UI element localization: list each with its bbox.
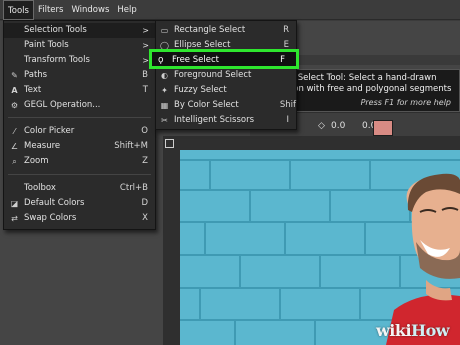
selection-tools-submenu: ▭ Rectangle Select R ◯ Ellipse Select E … [155,20,297,130]
paths-icon: ✎ [11,71,18,80]
free-select-tooltip: Free Select Tool: Select a hand-drawn re… [272,69,460,112]
menu-item-label: Text [24,85,42,95]
tooltip-hint: Press F1 for more help [360,98,451,107]
menu-item-label: Selection Tools [24,25,87,35]
menu-item-color-picker[interactable]: ⁄ Color Picker O [4,124,155,139]
menu-bar: Tools Filters Windows Help [0,0,460,20]
menu-item-label: Fuzzy Select [174,85,227,95]
menu-separator [8,174,151,175]
submenu-arrow-icon: > [142,41,149,50]
menu-item-label: By Color Select [174,100,239,110]
watermark-wiki: wiki [376,321,412,340]
color-swatch[interactable] [373,120,393,136]
spin-down-icon[interactable]: ◇ [318,121,325,131]
text-icon: A [11,86,18,95]
canvas-photo[interactable] [180,150,460,345]
menu-item-shortcut: B [142,70,148,80]
swap-colors-icon: ⇄ [11,214,18,223]
menu-item-shortcut: Shif [279,100,296,110]
menu-separator [8,117,151,118]
menu-item-shortcut: Shift+M [114,141,148,151]
wikihow-watermark: wikiHow [376,321,460,343]
zoom-icon: ⌕ [12,157,17,166]
menu-item-label: Swap Colors [24,213,77,223]
tool-option-value-1[interactable]: 0.0 [331,121,345,131]
menu-windows[interactable]: Windows [67,0,113,20]
horizontal-ruler [283,55,460,65]
gegl-icon: ⚙ [10,101,19,110]
watermark-how: How [411,321,450,340]
menu-item-intelligent-scissors[interactable]: ✂ Intelligent Scissors I [156,113,296,128]
menu-item-label: Foreground Select [174,70,252,80]
menu-item-shortcut: Z [142,156,148,166]
lasso-icon: ϙ [158,55,164,65]
menu-tools[interactable]: Tools [3,0,34,20]
menu-item-transform-tools[interactable]: Transform Tools > [4,53,155,68]
menu-item-paths[interactable]: ✎ Paths B [4,68,155,83]
submenu-arrow-icon: > [142,26,149,35]
menu-item-label: GEGL Operation... [24,100,101,110]
menu-item-shortcut: R [283,25,289,35]
menu-item-selection-tools[interactable]: Selection Tools > [4,23,155,38]
photo-drawing [180,150,460,345]
measure-icon: ∠ [10,142,19,151]
menu-item-shortcut: X [142,213,148,223]
scissors-icon: ✂ [161,116,168,125]
menu-item-fuzzy-select[interactable]: ✦ Fuzzy Select [156,83,296,98]
rectangle-select-icon: ▭ [160,26,169,35]
menu-item-label: Paint Tools [24,40,69,50]
tooltip-line-1: Free Select Tool: Select a hand-drawn [277,73,437,83]
menu-item-text[interactable]: A Text T [4,83,155,98]
menu-item-label: Transform Tools [24,55,90,65]
menu-item-foreground-select[interactable]: ◐ Foreground Select [156,68,296,83]
menu-item-measure[interactable]: ∠ Measure Shift+M [4,139,155,154]
menu-item-shortcut: D [141,198,148,208]
menu-item-label: Paths [24,70,48,80]
menu-item-label: Intelligent Scissors [174,115,254,125]
menu-item-default-colors[interactable]: ◪ Default Colors D [4,196,155,211]
menu-item-shortcut: I [286,115,289,125]
menu-item-gegl-operation[interactable]: ⚙ GEGL Operation... [4,98,155,113]
tooltip-line-2: region with free and polygonal segments [277,84,452,94]
tools-menu: Selection Tools > Paint Tools > Transfor… [3,20,156,230]
foreground-select-icon: ◐ [161,71,168,80]
menu-item-by-color-select[interactable]: ▦ By Color Select Shif [156,98,296,113]
menu-item-label: Rectangle Select [174,25,246,35]
menu-filters[interactable]: Filters [34,0,67,20]
canvas-corner-marker [165,139,174,148]
menu-help[interactable]: Help [113,0,140,20]
menu-item-label: Measure [24,141,61,151]
menu-item-rectangle-select[interactable]: ▭ Rectangle Select R [156,23,296,38]
menu-item-label: Toolbox [24,183,56,193]
menu-item-shortcut: O [141,126,148,136]
menu-item-free-select[interactable]: ϙ Free Select F [149,49,299,69]
menu-item-paint-tools[interactable]: Paint Tools > [4,38,155,53]
fuzzy-select-icon: ✦ [161,86,168,95]
menu-item-toolbox[interactable]: Toolbox Ctrl+B [4,181,155,196]
menu-item-label: Color Picker [24,126,75,136]
submenu-arrow-icon: > [142,56,149,65]
menu-item-zoom[interactable]: ⌕ Zoom Z [4,154,155,169]
menu-item-label: Zoom [24,156,49,166]
menu-item-label: Free Select [172,55,219,65]
menu-item-label: Default Colors [24,198,85,208]
menu-item-shortcut: T [142,85,148,95]
menu-item-shortcut: F [280,55,285,65]
color-picker-icon: ⁄ [13,127,16,136]
default-colors-icon: ◪ [10,199,19,208]
menu-item-shortcut: Ctrl+B [119,183,148,193]
menu-item-swap-colors[interactable]: ⇄ Swap Colors X [4,211,155,226]
by-color-select-icon: ▦ [160,101,169,110]
